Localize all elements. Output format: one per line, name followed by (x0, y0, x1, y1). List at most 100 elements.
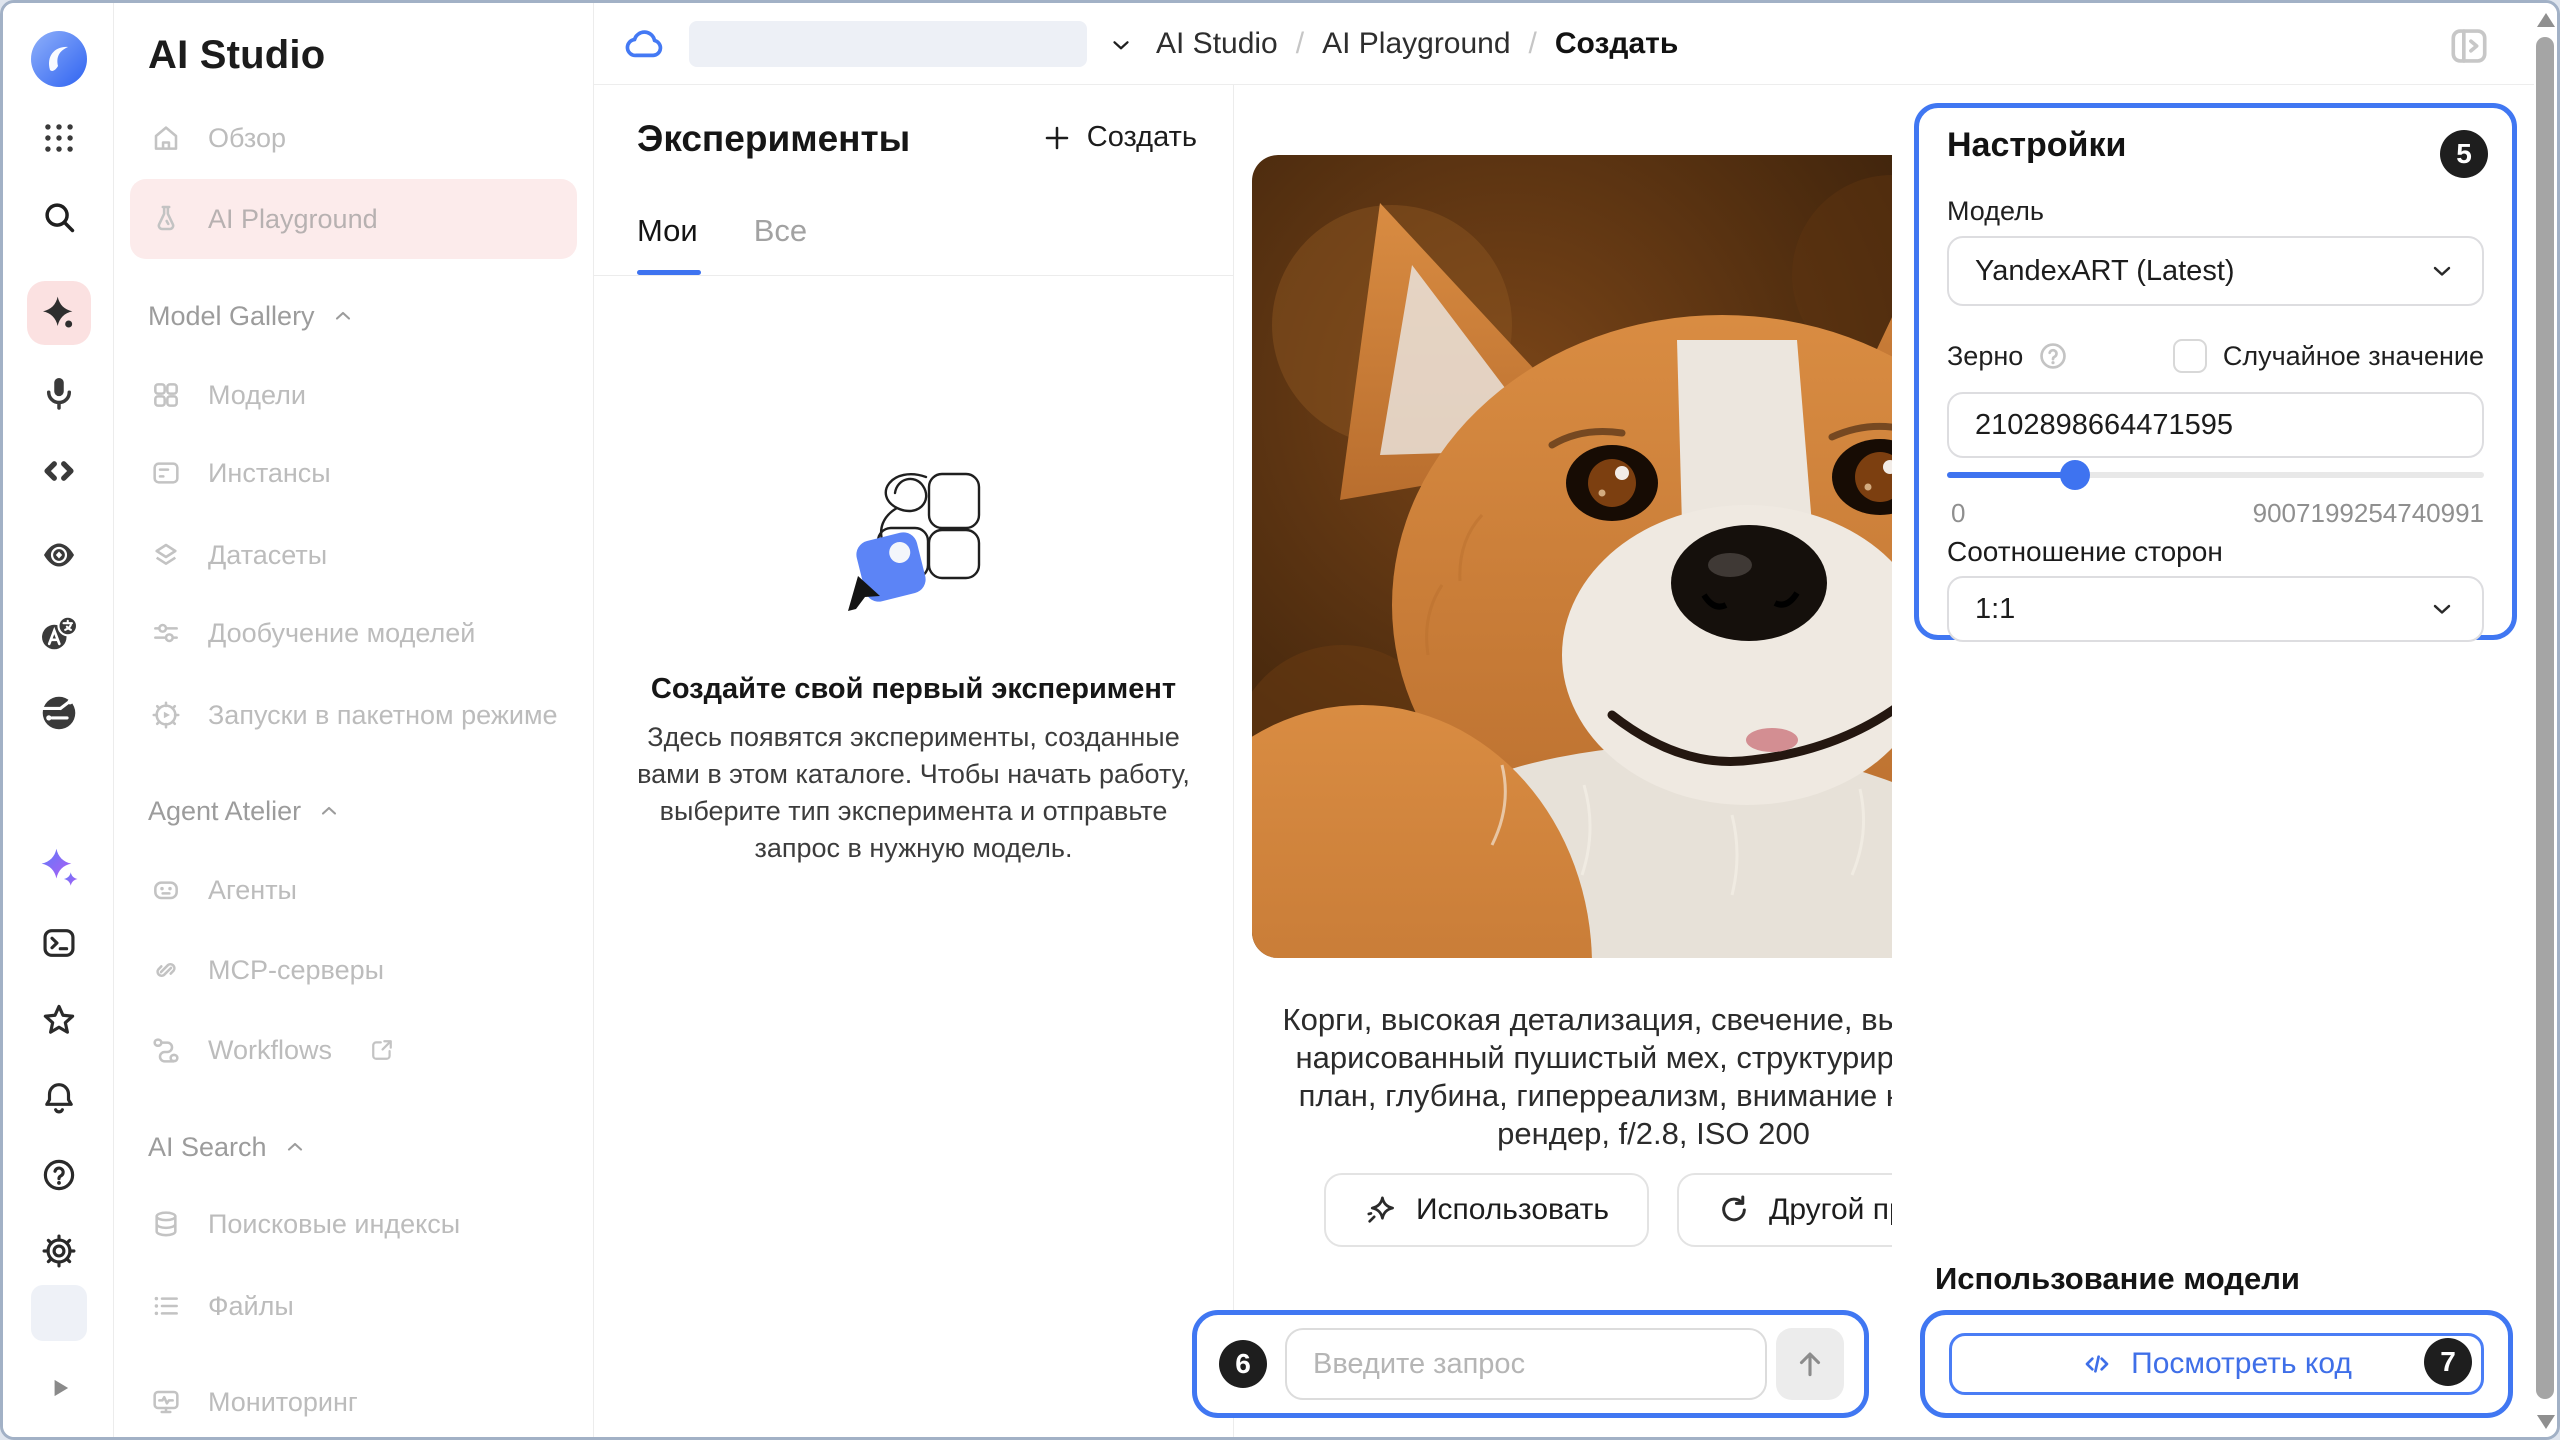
external-link-icon (368, 1036, 396, 1064)
layers-icon (150, 539, 182, 571)
aspect-ratio-select[interactable]: 1:1 (1947, 576, 2484, 642)
tab-my[interactable]: Мои (637, 213, 698, 249)
tab-all[interactable]: Все (754, 213, 807, 249)
sidebar-item-ai-playground[interactable]: AI Playground (130, 179, 577, 259)
chevron-up-icon (317, 799, 341, 823)
rail-item-ai-playground-active[interactable] (27, 281, 91, 345)
mcp-link-icon (150, 954, 182, 986)
sidebar-item-monitoring[interactable]: Мониторинг (130, 1370, 577, 1434)
database-icon (150, 1208, 182, 1240)
breadcrumb-ai-studio[interactable]: AI Studio (1156, 27, 1278, 61)
tune-sliders-icon (150, 617, 182, 649)
scrollbar-thumb[interactable] (2536, 37, 2554, 1399)
batch-gear-play-icon (150, 699, 182, 731)
rail-placeholder-slot[interactable] (31, 1285, 87, 1341)
model-usage-heading: Использование модели (1935, 1261, 2300, 1297)
settings-gear-icon[interactable] (40, 1232, 78, 1270)
column-divider (1233, 85, 1234, 1437)
sidebar-item-agents[interactable]: Агенты (130, 858, 577, 922)
terminal-icon[interactable] (40, 924, 78, 962)
favorites-star-icon[interactable] (40, 1001, 78, 1039)
help-circle-icon[interactable] (2037, 340, 2069, 372)
chevron-up-icon (283, 1135, 307, 1159)
settings-title: Настройки (1947, 126, 2126, 165)
sidebar-item-models[interactable]: Модели (130, 363, 577, 427)
icon-rail (3, 3, 114, 1437)
ai-assistant-sparkle-icon[interactable] (37, 844, 81, 888)
help-question-icon[interactable] (40, 1156, 78, 1194)
monitor-icon (150, 1386, 182, 1418)
view-code-annotated: Посмотреть код 7 (1920, 1310, 2513, 1418)
experiments-tabs: Мои Все (637, 213, 807, 249)
empty-state-illustration (834, 463, 994, 615)
sidebar: AI Studio Обзор AI Playground Model Gall… (114, 3, 594, 1437)
sidebar-item-finetuning[interactable]: Дообучение моделей (130, 601, 577, 665)
create-experiment-button[interactable]: Создать (1041, 121, 1197, 154)
use-prompt-button[interactable]: Использовать (1324, 1173, 1649, 1247)
page-scrollbar[interactable] (2534, 3, 2557, 1437)
sidebar-title: AI Studio (148, 33, 325, 78)
arrow-up-icon (1793, 1347, 1827, 1381)
experiments-panel: Эксперименты Создать Мои Все (594, 85, 1233, 1437)
model-label: Модель (1947, 196, 2044, 227)
robot-icon (150, 874, 182, 906)
expand-play-icon[interactable] (47, 1375, 73, 1401)
sidebar-item-mcp-servers[interactable]: MCP-серверы (130, 938, 577, 1002)
sidebar-section-ai-search[interactable]: AI Search (148, 1130, 307, 1164)
code-tag-icon (2081, 1348, 2113, 1380)
random-value-label: Случайное значение (2223, 341, 2484, 372)
seed-slider[interactable] (1947, 460, 2484, 490)
scrollbar-up-arrow[interactable] (2537, 13, 2555, 27)
home-icon (150, 122, 182, 154)
code-brackets-icon[interactable] (40, 452, 78, 490)
search-icon[interactable] (40, 198, 78, 236)
breadcrumb-ai-playground[interactable]: AI Playground (1322, 27, 1510, 61)
send-button[interactable] (1776, 1328, 1844, 1400)
aspect-ratio-label: Соотношение сторон (1947, 536, 2223, 568)
experiments-title: Эксперименты (637, 118, 910, 160)
prompt-input[interactable] (1285, 1328, 1767, 1400)
ai-studio-window: AI Studio Обзор AI Playground Model Gall… (0, 0, 2560, 1440)
panel-toggle-icon[interactable] (2446, 23, 2492, 69)
settings-column: Настройки 5 Модель YandexART (Latest) Зе… (1892, 85, 2540, 1437)
notifications-bell-icon[interactable] (40, 1079, 78, 1117)
vision-eye-icon[interactable] (40, 536, 78, 574)
sidebar-item-datasets[interactable]: Датасеты (130, 523, 577, 587)
list-icon (150, 1290, 182, 1322)
mic-icon[interactable] (40, 374, 78, 412)
models-grid-icon (150, 379, 182, 411)
sidebar-item-overview[interactable]: Обзор (130, 106, 577, 170)
chevron-down-icon[interactable] (1108, 32, 1134, 58)
tabs-divider (594, 275, 1233, 276)
yandex-cloud-logo-icon[interactable] (30, 30, 88, 88)
sidebar-section-agent-atelier[interactable]: Agent Atelier (148, 794, 341, 828)
scrollbar-down-arrow[interactable] (2537, 1415, 2555, 1429)
sidebar-item-workflows[interactable]: Workflows (130, 1018, 577, 1082)
plus-icon (1041, 122, 1073, 154)
breadcrumb-create: Создать (1555, 27, 1678, 61)
sidebar-item-files[interactable]: Файлы (130, 1274, 577, 1338)
settings-panel-annotated: Настройки 5 Модель YandexART (Latest) Зе… (1914, 103, 2517, 640)
empty-state-heading: Создайте свой первый эксперимент (594, 673, 1233, 706)
translate-icon[interactable] (38, 612, 80, 654)
seed-input[interactable] (1947, 392, 2484, 458)
view-code-button[interactable]: Посмотреть код (1949, 1333, 2484, 1395)
flask-icon (150, 203, 182, 235)
model-select[interactable]: YandexART (Latest) (1947, 236, 2484, 306)
sidebar-item-instances[interactable]: Инстансы (130, 441, 577, 505)
seed-row: Зерно Случайное значение (1947, 336, 2484, 376)
project-selector[interactable] (689, 21, 1087, 67)
annotation-badge-7: 7 (2424, 1338, 2472, 1386)
annotation-badge-6: 6 (1219, 1340, 1267, 1388)
seed-label: Зерно (1947, 341, 2023, 372)
workflow-icon (150, 1034, 182, 1066)
breadcrumb: AI Studio / AI Playground / Создать (1156, 3, 1678, 85)
sidebar-item-search-indexes[interactable]: Поисковые индексы (130, 1192, 577, 1256)
instance-card-icon (150, 457, 182, 489)
random-value-checkbox[interactable] (2173, 339, 2207, 373)
sidebar-item-batch-runs[interactable]: Запуски в пакетном режиме (130, 683, 577, 747)
speechkit-circuit-icon[interactable] (38, 692, 80, 734)
sidebar-section-model-gallery[interactable]: Model Gallery (148, 299, 355, 333)
slider-thumb[interactable] (2060, 460, 2090, 490)
apps-grid-icon[interactable] (40, 119, 78, 157)
